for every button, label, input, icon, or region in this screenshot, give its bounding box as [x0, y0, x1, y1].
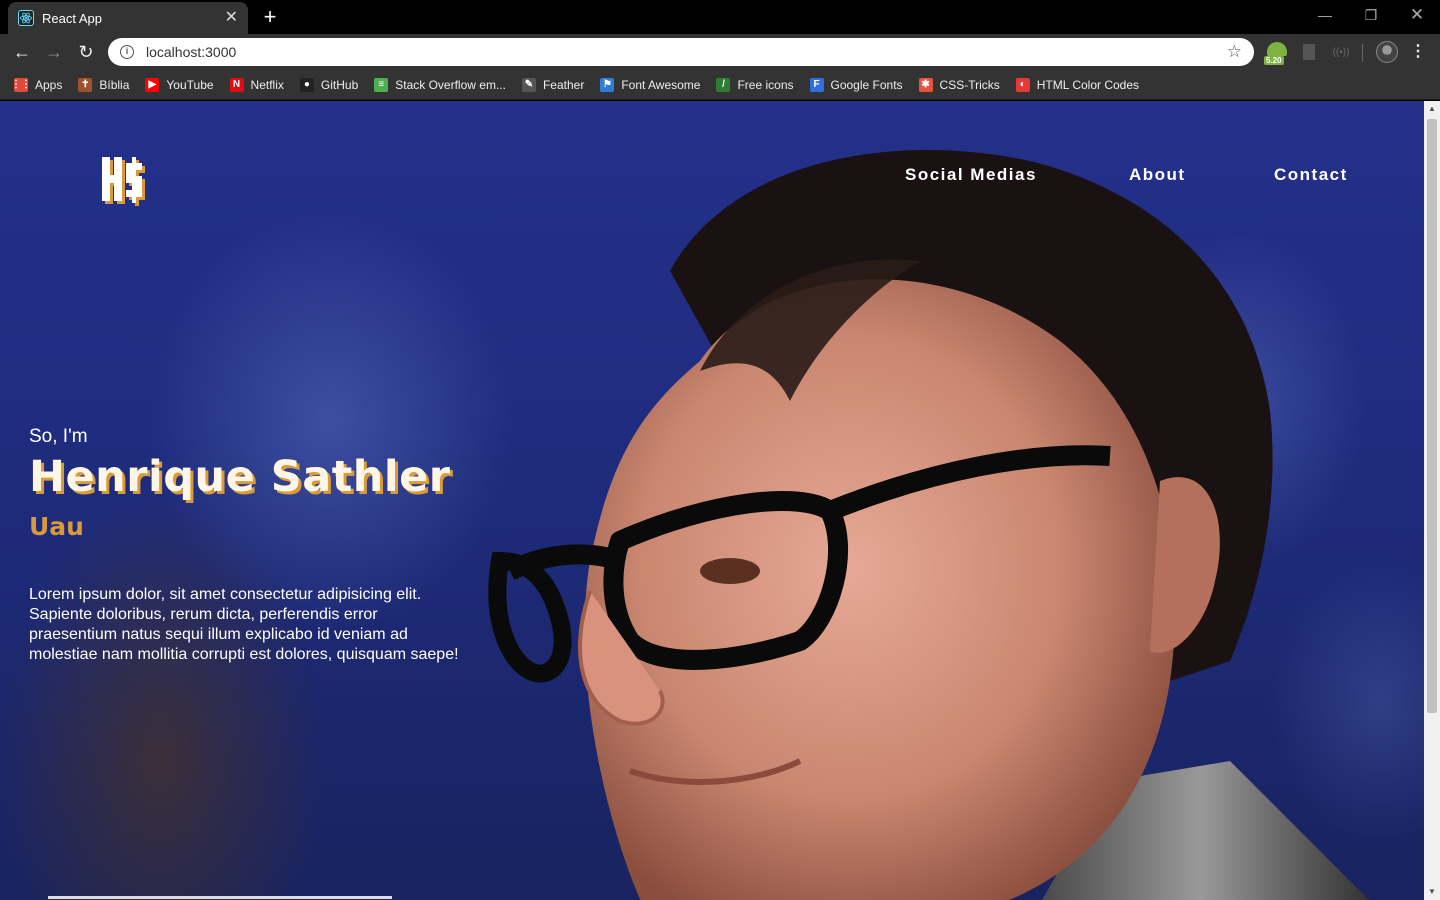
hero-name: Henrique Sathler — [29, 452, 451, 502]
hero-greeting: So, I'm — [29, 426, 88, 447]
page-viewport: H$ Social Medias About Contact So, I'm H… — [0, 101, 1424, 900]
bookmark-label: Feather — [542, 77, 585, 92]
bookmark-star-icon[interactable]: ☆ — [1227, 42, 1242, 62]
site-logo-icon[interactable]: H$ — [100, 153, 150, 209]
bookmark-label: Netflix — [250, 77, 284, 92]
bookmark-item[interactable]: ✎ Feather — [521, 77, 585, 92]
profile-avatar[interactable] — [1376, 41, 1398, 63]
bookmark-item[interactable]: ● GitHub — [299, 77, 359, 92]
feather-icon: ✎ — [521, 77, 536, 92]
bookmark-label: Google Fonts — [830, 77, 903, 92]
nav-social-medias[interactable]: Social Medias — [905, 165, 1037, 185]
new-tab-button[interactable]: + — [258, 5, 282, 29]
css-tricks-icon: ✱ — [918, 77, 933, 92]
bookmark-label: CSS-Tricks — [939, 77, 1000, 92]
bible-icon: ✝ — [78, 77, 93, 92]
bookmark-label: Font Awesome — [621, 77, 701, 92]
reload-icon[interactable]: ↻ — [74, 40, 98, 64]
stackoverflow-icon: ≡ — [374, 77, 389, 92]
bookmark-item[interactable]: ✱ CSS-Tricks — [918, 77, 1000, 92]
tab-close-icon[interactable]: ✕ — [225, 10, 238, 26]
hero-intro: So, I'm Henrique Sathler Uau Lorem ipsum… — [29, 426, 469, 665]
hero-portrait-image — [488, 150, 1369, 900]
back-arrow-icon[interactable]: ← — [10, 40, 34, 64]
bookmark-label: Stack Overflow em... — [395, 77, 506, 92]
site-info-icon[interactable]: i — [120, 45, 134, 59]
bookmark-item[interactable]: ✝ Bíblia — [78, 77, 130, 92]
bookmark-item[interactable]: ⋮⋮ Apps — [11, 77, 63, 92]
bookmark-item[interactable]: ▶ YouTube — [145, 77, 214, 92]
nav-about[interactable]: About — [1129, 165, 1186, 185]
toolbar-divider — [1362, 44, 1363, 62]
google-fonts-icon: F — [809, 77, 824, 92]
bookmark-label: GitHub — [320, 77, 359, 92]
bookmark-item[interactable]: ⚑ Font Awesome — [600, 77, 701, 92]
free-icons-icon: / — [716, 77, 731, 92]
bookmark-item[interactable]: F Google Fonts — [809, 77, 903, 92]
browser-toolbar: ← → ↻ i ☆ 5.20 ((•)) ⋮ — [0, 34, 1440, 70]
bookmark-item[interactable]: ≡ Stack Overflow em... — [374, 77, 506, 92]
close-window-icon[interactable]: ✕ — [1394, 0, 1440, 30]
tab-title: React App — [42, 10, 102, 26]
bookmarks-bar: ⋮⋮ Apps ✝ Bíblia ▶ YouTube N Netflix ● GitHub ≡ Sta… — [0, 70, 1440, 100]
minimize-window-icon[interactable]: — — [1302, 0, 1348, 30]
vertical-scrollbar[interactable]: ▲ ▼ — [1424, 101, 1440, 900]
youtube-icon: ▶ — [145, 77, 160, 92]
bookmark-label: Free icons — [737, 77, 794, 92]
android-extension-icon[interactable]: 5.20 — [1264, 39, 1289, 65]
bookmark-label: Apps — [35, 77, 63, 92]
font-awesome-icon: ⚑ — [600, 77, 615, 92]
apps-grid-icon: ⋮⋮ — [11, 77, 31, 92]
forward-arrow-icon[interactable]: → — [42, 40, 66, 64]
address-bar[interactable]: i ☆ — [108, 38, 1254, 66]
bookmark-label: Bíblia — [99, 77, 130, 92]
url-input[interactable] — [146, 44, 1227, 60]
bookmark-item[interactable]: ◐ HTML Color Codes — [1015, 77, 1140, 92]
nav-contact[interactable]: Contact — [1274, 165, 1348, 185]
github-icon: ● — [299, 77, 314, 92]
tab-strip: React App ✕ + — ❐ ✕ — [0, 0, 1440, 34]
hero-subtitle: Uau — [29, 512, 84, 541]
react-favicon-icon — [18, 10, 34, 26]
restore-window-icon[interactable]: ❐ — [1348, 0, 1394, 30]
trash-extension-icon[interactable] — [1297, 40, 1321, 64]
bookmark-item[interactable]: N Netflix — [229, 77, 284, 92]
horizontal-scrollbar-thumb[interactable] — [48, 896, 392, 899]
netflix-icon: N — [229, 77, 244, 92]
scroll-down-arrow-icon[interactable]: ▼ — [1424, 884, 1440, 900]
html-color-codes-icon: ◐ — [1015, 77, 1030, 92]
radio-extension-icon[interactable]: ((•)) — [1329, 40, 1353, 64]
browser-tab[interactable]: React App ✕ — [8, 2, 248, 34]
scroll-up-arrow-icon[interactable]: ▲ — [1424, 101, 1440, 117]
scrollbar-thumb[interactable] — [1427, 119, 1437, 713]
browser-menu-icon[interactable]: ⋮ — [1410, 40, 1426, 64]
bookmark-label: YouTube — [166, 77, 214, 92]
bookmark-item[interactable]: / Free icons — [716, 77, 794, 92]
bookmark-label: HTML Color Codes — [1036, 77, 1140, 92]
hero-bio: Lorem ipsum dolor, sit amet consectetur … — [29, 586, 459, 663]
extension-badge: 5.20 — [1264, 56, 1284, 65]
